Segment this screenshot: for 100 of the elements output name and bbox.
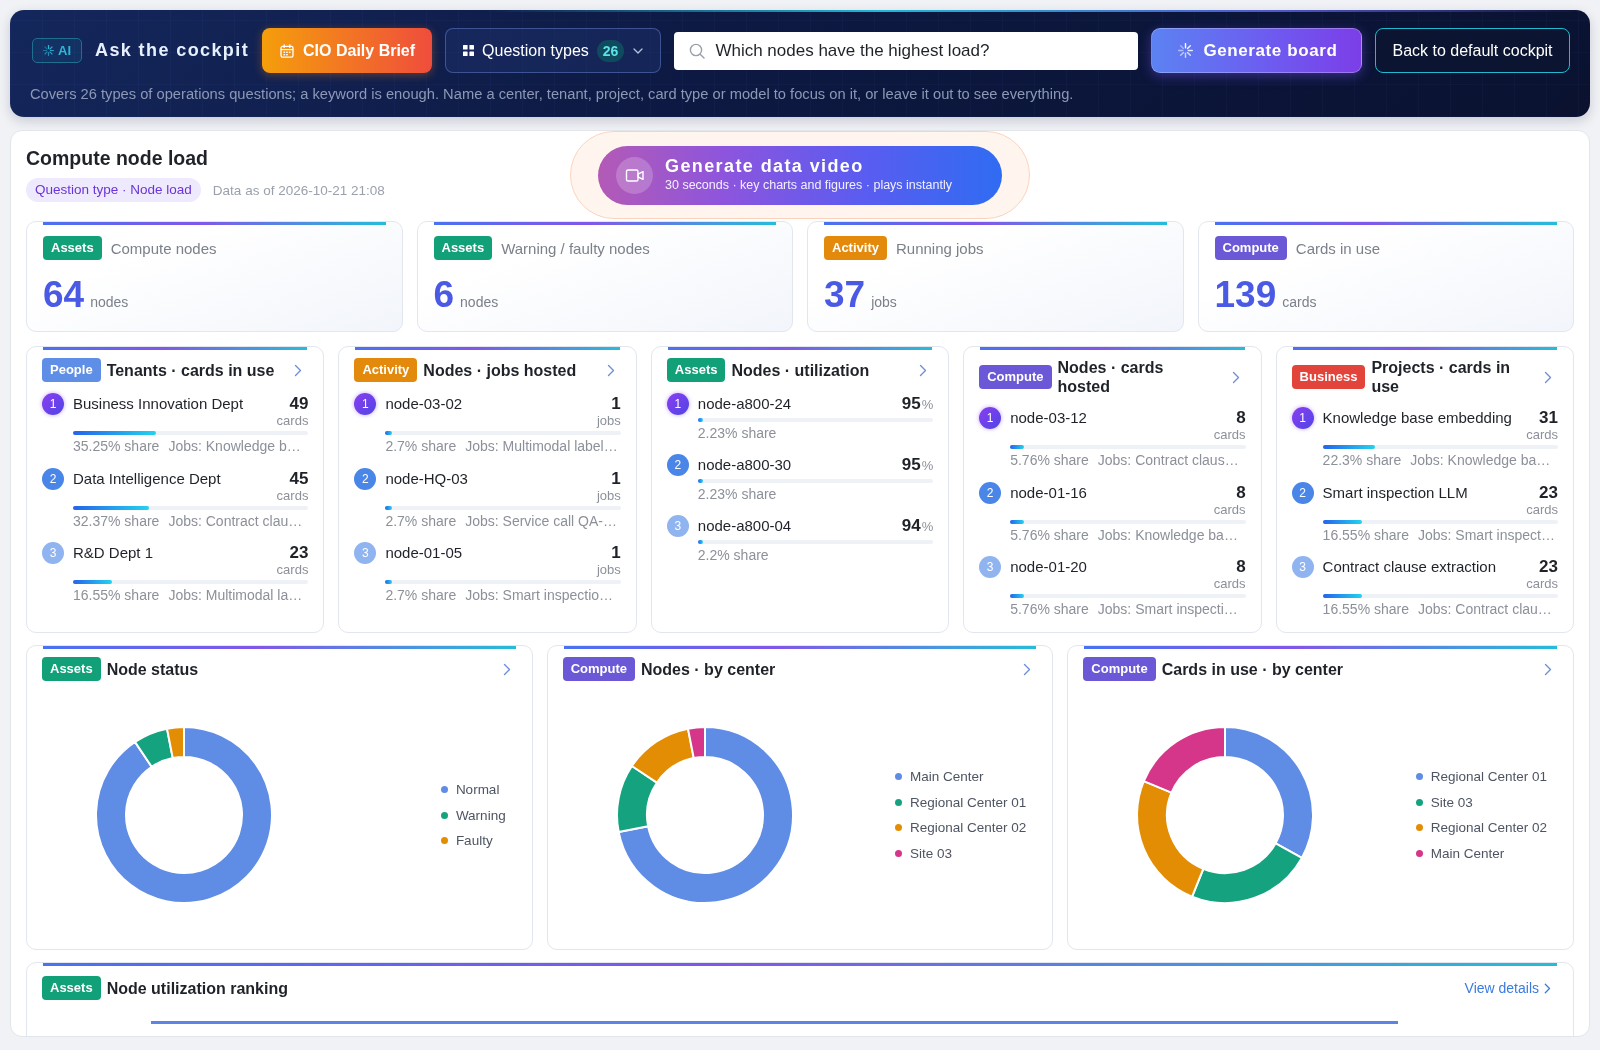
stat-unit: nodes xyxy=(90,294,129,310)
legend-label: Site 03 xyxy=(1430,794,1473,810)
generate-board-button[interactable]: Generate board xyxy=(1151,28,1363,73)
category-tag: Compute xyxy=(1083,657,1156,681)
stat-unit: jobs xyxy=(871,294,897,310)
stat-label: Cards in use xyxy=(1295,239,1381,257)
category-tag: Compute xyxy=(562,657,635,681)
share-text: 2.7% share xyxy=(385,511,457,530)
share-text: 16.55% share xyxy=(73,586,160,604)
stat-label: Running jobs xyxy=(895,239,984,257)
stat-value: 139 xyxy=(1214,275,1277,315)
share-text: 16.55% share xyxy=(1322,600,1409,618)
stat-value: 37 xyxy=(824,275,866,315)
jobs-text: Jobs: Service call QA-… xyxy=(465,511,617,530)
item-unit: jobs xyxy=(596,488,621,502)
rank-badge: 3 xyxy=(1291,556,1314,578)
generate-video-button[interactable]: Generate data video 30 seconds · key charts and figures · plays instantly xyxy=(598,145,1002,205)
legend-label: Main Center xyxy=(910,769,984,785)
chevron-right-icon[interactable] xyxy=(1231,370,1240,384)
chevron-right-icon[interactable] xyxy=(1023,662,1032,676)
question-types-dropdown[interactable]: Question types 26 xyxy=(445,28,662,73)
item-unit: cards xyxy=(1213,502,1246,516)
jobs-text: Jobs: Multimodal label… xyxy=(465,437,618,455)
chevron-down-icon xyxy=(633,47,644,54)
rank-badge: 1 xyxy=(1291,407,1314,429)
rank-badge: 2 xyxy=(1291,481,1314,504)
rank-badge: 2 xyxy=(354,467,377,490)
share-text: 32.37% share xyxy=(73,511,160,530)
legend-label: Regional Center 01 xyxy=(1430,769,1547,785)
item-unit: % xyxy=(921,519,934,534)
category-tag: Assets xyxy=(433,236,493,260)
rank-badge: 3 xyxy=(979,556,1002,578)
burst-icon xyxy=(43,45,54,56)
share-text: 35.25% share xyxy=(73,437,160,455)
count-badge: 26 xyxy=(596,39,625,62)
share-text: 5.76% share xyxy=(1010,525,1089,544)
legend-label: Main Center xyxy=(1430,845,1505,861)
chevron-right-icon[interactable] xyxy=(1544,662,1552,676)
item-value: 1 xyxy=(611,468,621,489)
card-title: Tenants · cards in use xyxy=(106,360,275,380)
item-value: 23 xyxy=(1539,557,1558,577)
rank-badge: 1 xyxy=(42,393,64,415)
chevron-right-icon[interactable] xyxy=(606,363,615,377)
item-unit: cards xyxy=(276,414,309,427)
rank-badge: 3 xyxy=(42,542,64,564)
calendar-icon xyxy=(280,43,295,58)
item-unit: cards xyxy=(276,488,309,502)
card-title: Cards in use · by center xyxy=(1161,659,1344,679)
item-name: Knowledge base embedding xyxy=(1322,408,1512,428)
hint-text: Covers 26 types of operations questions; a keyword is enough. Name a center, tenant, project, card type or model to focus on it, or leave it out to see everything. xyxy=(30,85,1075,103)
chevron-right-icon[interactable] xyxy=(502,662,511,676)
item-name: node-a800-30 xyxy=(697,455,792,475)
item-value: 94 xyxy=(901,516,921,536)
item-unit: cards xyxy=(276,563,309,576)
chevron-right-icon[interactable] xyxy=(1544,370,1552,384)
card-title: Nodes · by center xyxy=(641,659,776,679)
share-text: 5.76% share xyxy=(1010,600,1089,618)
stat-unit: nodes xyxy=(460,294,499,310)
item-name: Contract clause extraction xyxy=(1322,557,1496,577)
rank-badge: 2 xyxy=(666,454,689,476)
view-details-link[interactable]: View details xyxy=(1464,980,1551,996)
item-name: node-01-20 xyxy=(1010,557,1087,577)
jobs-text: Jobs: Contract clau… xyxy=(1418,600,1552,618)
ai-label: AI xyxy=(58,43,71,58)
rank-badge: 3 xyxy=(354,542,377,564)
grid-icon xyxy=(463,45,475,56)
share-text: 22.3% share xyxy=(1322,451,1402,469)
item-name: node-03-12 xyxy=(1010,408,1087,428)
legend-label: Regional Center 02 xyxy=(910,820,1027,836)
share-text: 2.7% share xyxy=(385,586,457,604)
legend-label: Faulty xyxy=(455,833,493,848)
item-value: 1 xyxy=(611,394,621,414)
share-text: 2.7% share xyxy=(385,437,457,455)
board-title: Compute node load xyxy=(26,146,208,170)
video-camera-icon xyxy=(616,156,653,194)
item-value: 8 xyxy=(1236,408,1246,428)
item-value: 31 xyxy=(1539,408,1558,428)
stat-label: Compute nodes xyxy=(110,239,217,257)
daily-brief-button[interactable]: CIO Daily Brief xyxy=(262,28,433,73)
stat-unit: cards xyxy=(1282,294,1317,310)
item-value: 8 xyxy=(1236,482,1246,503)
item-name: node-a800-04 xyxy=(697,516,792,536)
rank-badge: 3 xyxy=(666,515,689,537)
search-field[interactable]: Which nodes have the highest load? xyxy=(674,31,1139,70)
item-name: node-HQ-03 xyxy=(385,468,468,489)
rank-badge: 1 xyxy=(979,407,1002,429)
item-value: 23 xyxy=(289,543,309,563)
share-text: 2.23% share xyxy=(697,485,777,503)
share-text: 5.76% share xyxy=(1010,451,1089,469)
legend-label: Site 03 xyxy=(910,845,953,861)
chevron-right-icon[interactable] xyxy=(919,363,928,377)
jobs-text: Jobs: Knowledge ba… xyxy=(1097,525,1238,544)
item-name: node-01-05 xyxy=(385,543,463,563)
item-value: 45 xyxy=(289,468,309,489)
back-to-default-button[interactable]: Back to default cockpit xyxy=(1375,28,1570,73)
item-value: 8 xyxy=(1236,557,1246,577)
chevron-right-icon[interactable] xyxy=(294,363,303,377)
item-name: R&D Dept 1 xyxy=(73,543,154,563)
jobs-text: Jobs: Smart inspectio… xyxy=(465,586,614,604)
card-title: Nodes · jobs hosted xyxy=(423,360,577,380)
